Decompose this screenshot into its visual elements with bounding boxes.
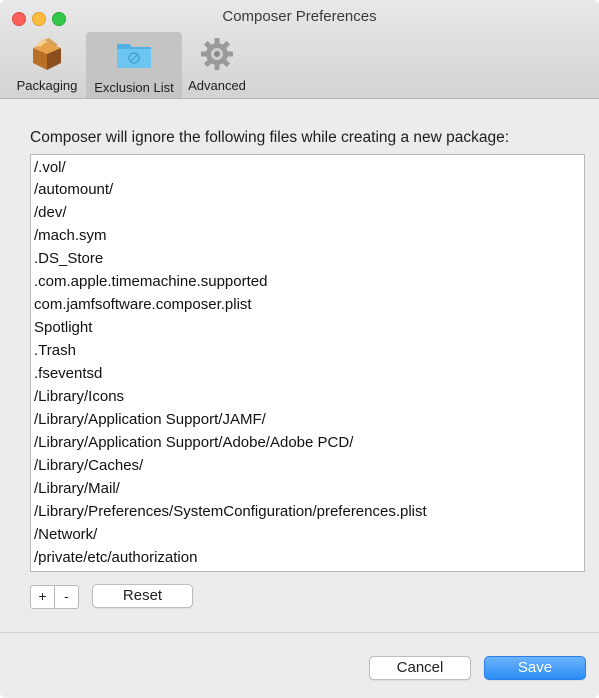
footer-divider [0,632,599,633]
list-item[interactable]: /Library/Mail/ [34,478,120,500]
tab-packaging-label: Packaging [16,78,78,93]
list-item[interactable]: /automount/ [34,179,113,201]
list-item[interactable]: /Library/Preferences/SystemConfiguration… [34,501,427,523]
exclusion-list[interactable]: /.vol/ /automount/ /dev/ /mach.sym .DS_S… [30,154,585,572]
tab-exclusion-list-label: Exclusion List [94,80,174,95]
list-item[interactable]: Spotlight [34,317,92,339]
list-item[interactable]: /private/etc/authorization [34,547,197,569]
list-item[interactable]: .com.apple.timemachine.supported [34,271,267,293]
exclusion-heading: Composer will ignore the following files… [30,129,510,146]
list-item[interactable]: /Library/Caches/ [34,455,143,477]
title-bar: Composer Preferences Packaging Exclusion… [0,0,599,99]
list-item[interactable]: /dev/ [34,202,67,224]
save-button[interactable]: Save [484,656,586,680]
gear-icon [201,38,233,70]
add-remove-group: + - [30,585,79,609]
list-item[interactable]: /Network/ [34,524,97,546]
list-item[interactable]: /.vol/ [34,157,66,179]
tab-packaging[interactable]: Packaging [10,32,84,96]
cancel-button[interactable]: Cancel [369,656,471,680]
list-item[interactable]: /Library/Icons [34,386,124,408]
list-item[interactable]: /Library/Application Support/JAMF/ [34,409,266,431]
list-item[interactable]: .DS_Store [34,248,103,270]
folder-icon [117,44,151,68]
tab-advanced[interactable]: Advanced [182,32,252,96]
list-item[interactable]: .Trash [34,340,76,362]
reset-button[interactable]: Reset [92,584,193,608]
list-item[interactable]: /mach.sym [34,225,107,247]
preferences-window: Composer Preferences Packaging Exclusion… [0,0,599,698]
list-item[interactable]: /Library/Application Support/Adobe/Adobe… [34,432,353,454]
window-title: Composer Preferences [222,8,377,25]
package-box-icon [33,38,61,70]
remove-item-button[interactable]: - [54,586,78,608]
list-item[interactable]: .fseventsd [34,363,102,385]
tab-advanced-label: Advanced [188,78,246,93]
add-item-button[interactable]: + [31,586,54,608]
list-item[interactable]: com.jamfsoftware.composer.plist [34,294,252,316]
tab-exclusion-list[interactable]: Exclusion List [86,32,182,98]
